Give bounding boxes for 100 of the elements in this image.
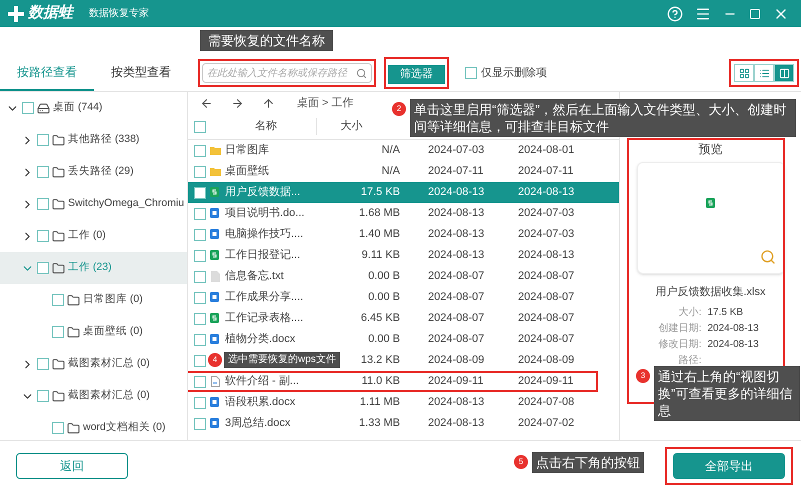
grid-view-button[interactable] (734, 64, 754, 82)
app-subtitle: 数据恢复专家 (89, 6, 149, 21)
created-date: 2024-09-11 (427, 374, 484, 390)
checkbox[interactable] (194, 250, 206, 262)
folder-icon (210, 167, 220, 176)
forward-arrow-icon[interactable] (231, 96, 244, 110)
checkbox[interactable] (37, 390, 49, 402)
checkbox[interactable] (37, 198, 49, 210)
export-all-button[interactable]: 全部导出 (673, 452, 785, 478)
created-date: 2024-08-13 (427, 248, 486, 264)
filter-button[interactable]: 筛选器 (388, 64, 445, 84)
tree-item[interactable]: word文档相关 (0) (0, 412, 187, 440)
file-name: 信息备忘.txt (225, 268, 284, 284)
created-date: 2024-08-07 (427, 332, 486, 348)
modified-date: 2024-07-11 (517, 164, 574, 180)
created-date: 2024-07-03 (427, 143, 486, 158)
view-tab[interactable]: 按类型查看 (94, 55, 188, 91)
detail-label: 创建日期: (658, 322, 702, 336)
annotation-tooltip: 点击右下角的按钮 (532, 452, 644, 473)
blank-file-icon (210, 376, 220, 387)
tree-item[interactable]: 桌面壁纸 (0) (0, 316, 187, 348)
checkbox[interactable] (194, 354, 206, 366)
file-size: 1.68 MB (358, 206, 400, 222)
checkbox[interactable] (37, 230, 49, 242)
modified-date: 2024-08-07 (517, 290, 576, 306)
annotation-tooltip: 单击这里启用“筛选器”，然后在上面输入文件类型、大小、创建时间等详细信息，可排查非目标文件 (410, 99, 796, 137)
created-date: 2024-07-11 (427, 164, 484, 180)
checkbox[interactable] (194, 144, 206, 156)
back-button[interactable]: 返回 (16, 452, 128, 478)
file-size: 17.5 KB (360, 185, 400, 200)
up-arrow-icon[interactable] (262, 96, 275, 110)
checkbox[interactable] (465, 67, 477, 79)
file-size: 9.11 KB (360, 248, 400, 264)
tree-item[interactable]: 日常图库 (0) (0, 284, 187, 316)
checkbox[interactable] (194, 418, 206, 430)
help-icon[interactable] (667, 6, 683, 22)
step-number-badge: 4 (208, 353, 222, 367)
modified-date: 2024-09-11 (517, 374, 574, 390)
checkbox[interactable] (37, 262, 49, 274)
checkbox[interactable] (194, 376, 206, 388)
checkbox[interactable] (194, 120, 206, 132)
folder-icon (67, 422, 80, 434)
checkbox[interactable] (194, 270, 206, 282)
modified-date: 2024-08-13 (517, 185, 576, 200)
checkbox[interactable] (52, 422, 64, 434)
tree-item[interactable]: 截图素材汇总 (0) (0, 348, 187, 380)
tree-item[interactable]: 桌面 (744) (0, 92, 187, 124)
search-field[interactable]: 在此处输入文件名称或保存路径 (202, 63, 372, 83)
checkbox[interactable] (37, 358, 49, 370)
step-number-badge: 5 (514, 455, 528, 469)
search-icon[interactable] (356, 68, 367, 78)
checkbox[interactable] (194, 208, 206, 220)
detail-view-button[interactable] (774, 64, 794, 82)
file-size: 0.00 B (367, 332, 400, 348)
modified-date: 2024-07-08 (517, 395, 576, 410)
maximize-icon[interactable] (749, 8, 761, 20)
checkbox[interactable] (194, 396, 206, 408)
spreadsheet-icon (210, 187, 220, 198)
plus-logo-icon (8, 6, 24, 22)
checkbox[interactable] (37, 166, 49, 178)
checkbox[interactable] (194, 292, 206, 304)
file-size: N/A (380, 164, 400, 180)
checkbox-label[interactable]: 仅显示删除项 (481, 64, 547, 82)
checkbox[interactable] (52, 294, 64, 306)
modified-date: 2024-08-13 (517, 248, 576, 264)
folder-icon (52, 230, 65, 242)
view-tab[interactable]: 按路径查看 (0, 55, 94, 91)
spreadsheet-icon (706, 198, 716, 208)
file-size: 0.00 B (367, 269, 400, 284)
created-date: 2024-08-09 (427, 353, 486, 368)
checkbox[interactable] (22, 102, 34, 114)
column-header[interactable]: 大小 (316, 118, 386, 135)
folder-icon (67, 326, 80, 338)
zoom-icon[interactable] (760, 249, 776, 265)
checkbox[interactable] (194, 228, 206, 240)
file-name: 日常图库 (225, 142, 269, 158)
checkbox[interactable] (194, 334, 206, 346)
detail-value: 2024-08-13 (708, 338, 760, 352)
document-icon (210, 292, 220, 303)
checkbox[interactable] (194, 312, 206, 324)
list-view-button[interactable] (754, 64, 774, 82)
tree-item[interactable]: 工作 (0) (0, 220, 187, 252)
checkbox[interactable] (194, 166, 206, 178)
checkbox[interactable] (194, 186, 206, 198)
annotation-tooltip: 选中需要恢复的wps文件 (224, 352, 340, 368)
back-arrow-icon[interactable] (200, 96, 213, 110)
column-header[interactable]: 名称 (216, 118, 316, 135)
text-file-icon (210, 271, 220, 282)
detail-value: 2024-08-13 (708, 322, 760, 336)
tree-item[interactable]: 丢失路径 (29) (0, 156, 187, 188)
menu-icon[interactable] (695, 6, 711, 22)
created-date: 2024-08-07 (427, 311, 486, 326)
checkbox[interactable] (37, 134, 49, 146)
tree-item[interactable]: SwitchyOmega_Chromiu (0, 188, 187, 220)
checkbox[interactable] (52, 326, 64, 338)
tree-item[interactable]: 截图素材汇总 (0) (0, 380, 187, 412)
file-row[interactable]: 用户反馈数据... 17.5 KB 2024-08-13 2024-08-13 (188, 182, 619, 203)
breadcrumb: 桌面 > 工作 (297, 96, 354, 111)
file-size: 11.0 KB (360, 374, 400, 390)
tree-item[interactable]: 其他路径 (338) (0, 124, 187, 156)
